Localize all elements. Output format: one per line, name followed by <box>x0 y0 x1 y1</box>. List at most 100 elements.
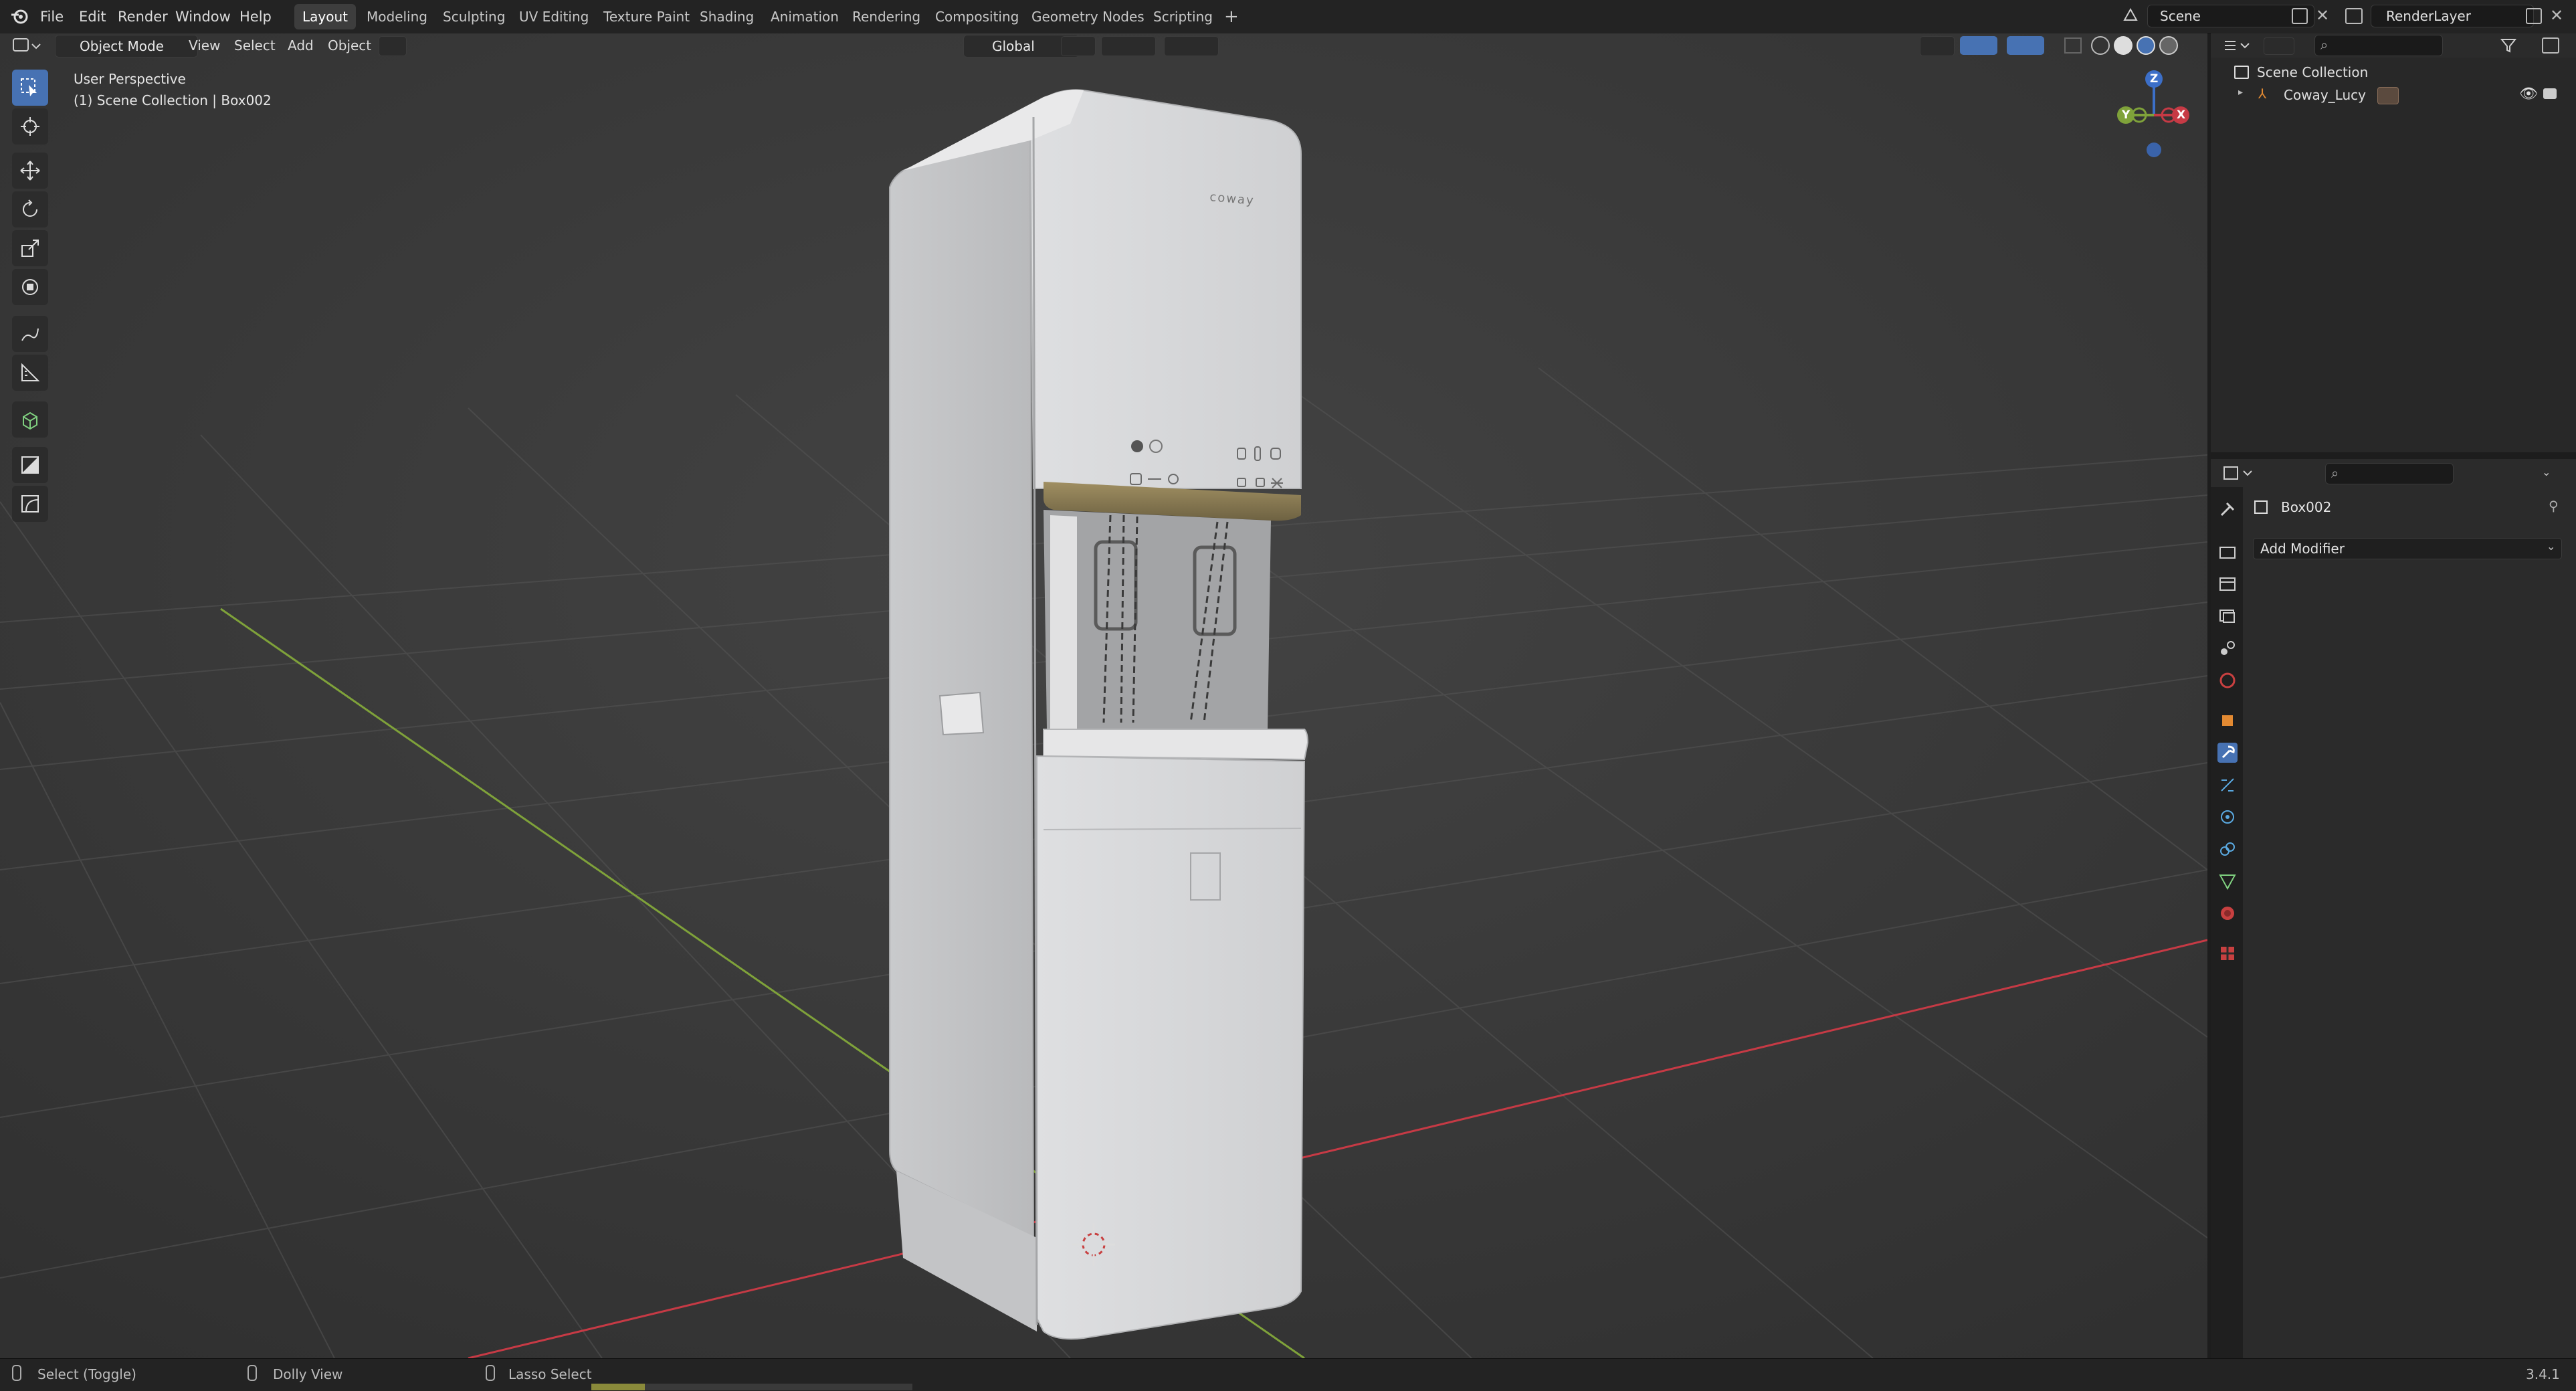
scene-collection-row[interactable]: Scene Collection <box>2234 62 2569 83</box>
search-icon: ⌕ <box>2331 465 2339 481</box>
menu-render[interactable]: Render <box>118 0 168 33</box>
scene-selector[interactable]: Scene <box>2147 5 2314 27</box>
visibility-icon[interactable] <box>1920 36 1955 56</box>
add-workspace-button[interactable]: + <box>1216 4 1247 29</box>
render-tab-icon[interactable] <box>2217 542 2238 562</box>
tab-scripting[interactable]: Scripting <box>1145 4 1221 29</box>
tool-tab-icon[interactable] <box>2217 499 2238 519</box>
editor-type-icon[interactable] <box>11 36 41 55</box>
navigation-gizmo[interactable]: Z Y X <box>2107 67 2201 161</box>
render-layer-icon[interactable] <box>2345 8 2363 24</box>
world-tab-icon[interactable] <box>2217 670 2238 690</box>
panel-divider[interactable] <box>2211 452 2576 459</box>
object-tab-icon[interactable] <box>2217 711 2238 731</box>
measure-tool[interactable] <box>12 355 48 391</box>
add-modifier-label: Add Modifier <box>2260 541 2345 557</box>
object-mode-label: Object Mode <box>80 38 164 54</box>
chevron-down-icon: ⌄ <box>2547 540 2556 553</box>
move-tool[interactable] <box>12 153 48 189</box>
render-layer-selector[interactable]: RenderLayer <box>2371 5 2534 27</box>
select-menu[interactable]: Select <box>234 35 276 56</box>
water-purifier-model <box>889 89 1309 1340</box>
tab-sculpting[interactable]: Sculpting <box>435 4 513 29</box>
eye-icon[interactable]: 👁 <box>2519 86 2538 102</box>
cursor-tool[interactable] <box>12 108 48 145</box>
tab-modeling[interactable]: Modeling <box>359 4 435 29</box>
menu-help[interactable]: Help <box>239 0 272 33</box>
new-render-layer-icon[interactable] <box>2526 8 2542 24</box>
3d-viewport[interactable]: coway <box>0 33 2207 1358</box>
wireframe-shading-icon[interactable] <box>2091 36 2110 55</box>
annotate-tool[interactable] <box>12 316 48 352</box>
camera-icon[interactable] <box>2543 88 2557 99</box>
material-shading-icon[interactable] <box>2137 36 2155 55</box>
delete-render-layer-icon[interactable]: ✕ <box>2550 5 2566 25</box>
snap-icon[interactable] <box>1101 36 1156 56</box>
modifier-tab-icon[interactable] <box>2217 743 2238 763</box>
add-menu[interactable]: Add <box>288 35 314 56</box>
tab-animation[interactable]: Animation <box>763 4 847 29</box>
solid-shading-icon[interactable] <box>2114 36 2133 55</box>
overlay-toggle-icon[interactable] <box>2007 36 2044 55</box>
add-cube-tool[interactable] <box>12 401 48 438</box>
outliner-editor-icon[interactable] <box>2222 37 2252 54</box>
object-menu[interactable]: Object <box>328 35 371 56</box>
properties-search-input[interactable]: ⌕ <box>2325 463 2454 484</box>
status-dolly-view: Dolly View <box>273 1366 343 1382</box>
scene-tab-icon[interactable] <box>2217 638 2238 658</box>
tab-layout[interactable]: Layout <box>294 4 356 29</box>
object-mode-dropdown[interactable]: Object Mode <box>55 35 198 58</box>
tab-texture-paint[interactable]: Texture Paint <box>595 4 698 29</box>
outliner-panel <box>2211 58 2576 452</box>
new-collection-icon[interactable] <box>2542 37 2559 54</box>
add-modifier-dropdown[interactable]: Add Modifier ⌄ <box>2253 538 2562 559</box>
search-icon: ⌕ <box>2320 37 2329 53</box>
shade-tool[interactable] <box>12 447 48 483</box>
mouse-right-icon <box>486 1365 495 1381</box>
rotate-tool[interactable] <box>12 191 48 227</box>
object-data-icon[interactable] <box>2377 87 2399 104</box>
tab-geometry-nodes[interactable]: Geometry Nodes <box>1023 4 1153 29</box>
data-tab-icon[interactable] <box>2217 871 2238 891</box>
texture-tab-icon[interactable] <box>2217 943 2238 963</box>
tab-uv-editing[interactable]: UV Editing <box>511 4 597 29</box>
viewport-perspective-label: User Perspective <box>74 71 186 87</box>
menu-edit[interactable]: Edit <box>79 0 106 33</box>
material-tab-icon[interactable] <box>2217 903 2238 923</box>
xray-icon[interactable] <box>2064 37 2082 54</box>
output-tab-icon[interactable] <box>2217 574 2238 594</box>
new-scene-icon[interactable] <box>2292 8 2308 24</box>
constraints-tab-icon[interactable] <box>2217 839 2238 859</box>
scale-tool[interactable] <box>12 230 48 266</box>
pivot-point-icon[interactable] <box>1061 36 1096 56</box>
view-menu[interactable]: View <box>189 35 220 56</box>
particles-tab-icon[interactable] <box>2217 775 2238 795</box>
tab-shading[interactable]: Shading <box>692 4 762 29</box>
rip-tool[interactable] <box>12 486 48 522</box>
expand-arrow-icon[interactable]: ▸ <box>2238 87 2243 98</box>
tab-compositing[interactable]: Compositing <box>927 4 1027 29</box>
rendered-shading-icon[interactable] <box>2159 36 2178 55</box>
tab-rendering[interactable]: Rendering <box>844 4 928 29</box>
properties-options-icon[interactable]: ⌄ <box>2542 466 2558 482</box>
proportional-editing-icon[interactable] <box>1164 36 1219 56</box>
scene-icon[interactable] <box>2122 7 2139 24</box>
display-mode-icon[interactable] <box>2264 37 2294 55</box>
physics-tab-icon[interactable] <box>2217 807 2238 827</box>
properties-editor-icon[interactable] <box>2222 464 2256 482</box>
outliner-item-coway-lucy[interactable]: ▸ ⅄ Coway_Lucy 👁 <box>2238 84 2573 106</box>
gizmo-toggle-icon[interactable] <box>1960 36 1997 55</box>
blender-logo-icon[interactable] <box>9 7 29 27</box>
mesh-object-icon <box>2254 500 2268 514</box>
transform-pivot-icon[interactable] <box>379 36 407 56</box>
filter-icon[interactable] <box>2500 37 2527 54</box>
viewport-collection-label: (1) Scene Collection | Box002 <box>74 92 272 108</box>
outliner-search-input[interactable]: ⌕ <box>2314 35 2443 56</box>
select-box-tool[interactable] <box>12 70 48 106</box>
delete-scene-icon[interactable]: ✕ <box>2316 5 2332 25</box>
menu-file[interactable]: File <box>40 0 64 33</box>
pin-icon[interactable]: ⚲ <box>2549 498 2559 514</box>
transform-tool[interactable] <box>12 269 48 305</box>
menu-window[interactable]: Window <box>175 0 231 33</box>
view-layer-tab-icon[interactable] <box>2217 606 2238 626</box>
